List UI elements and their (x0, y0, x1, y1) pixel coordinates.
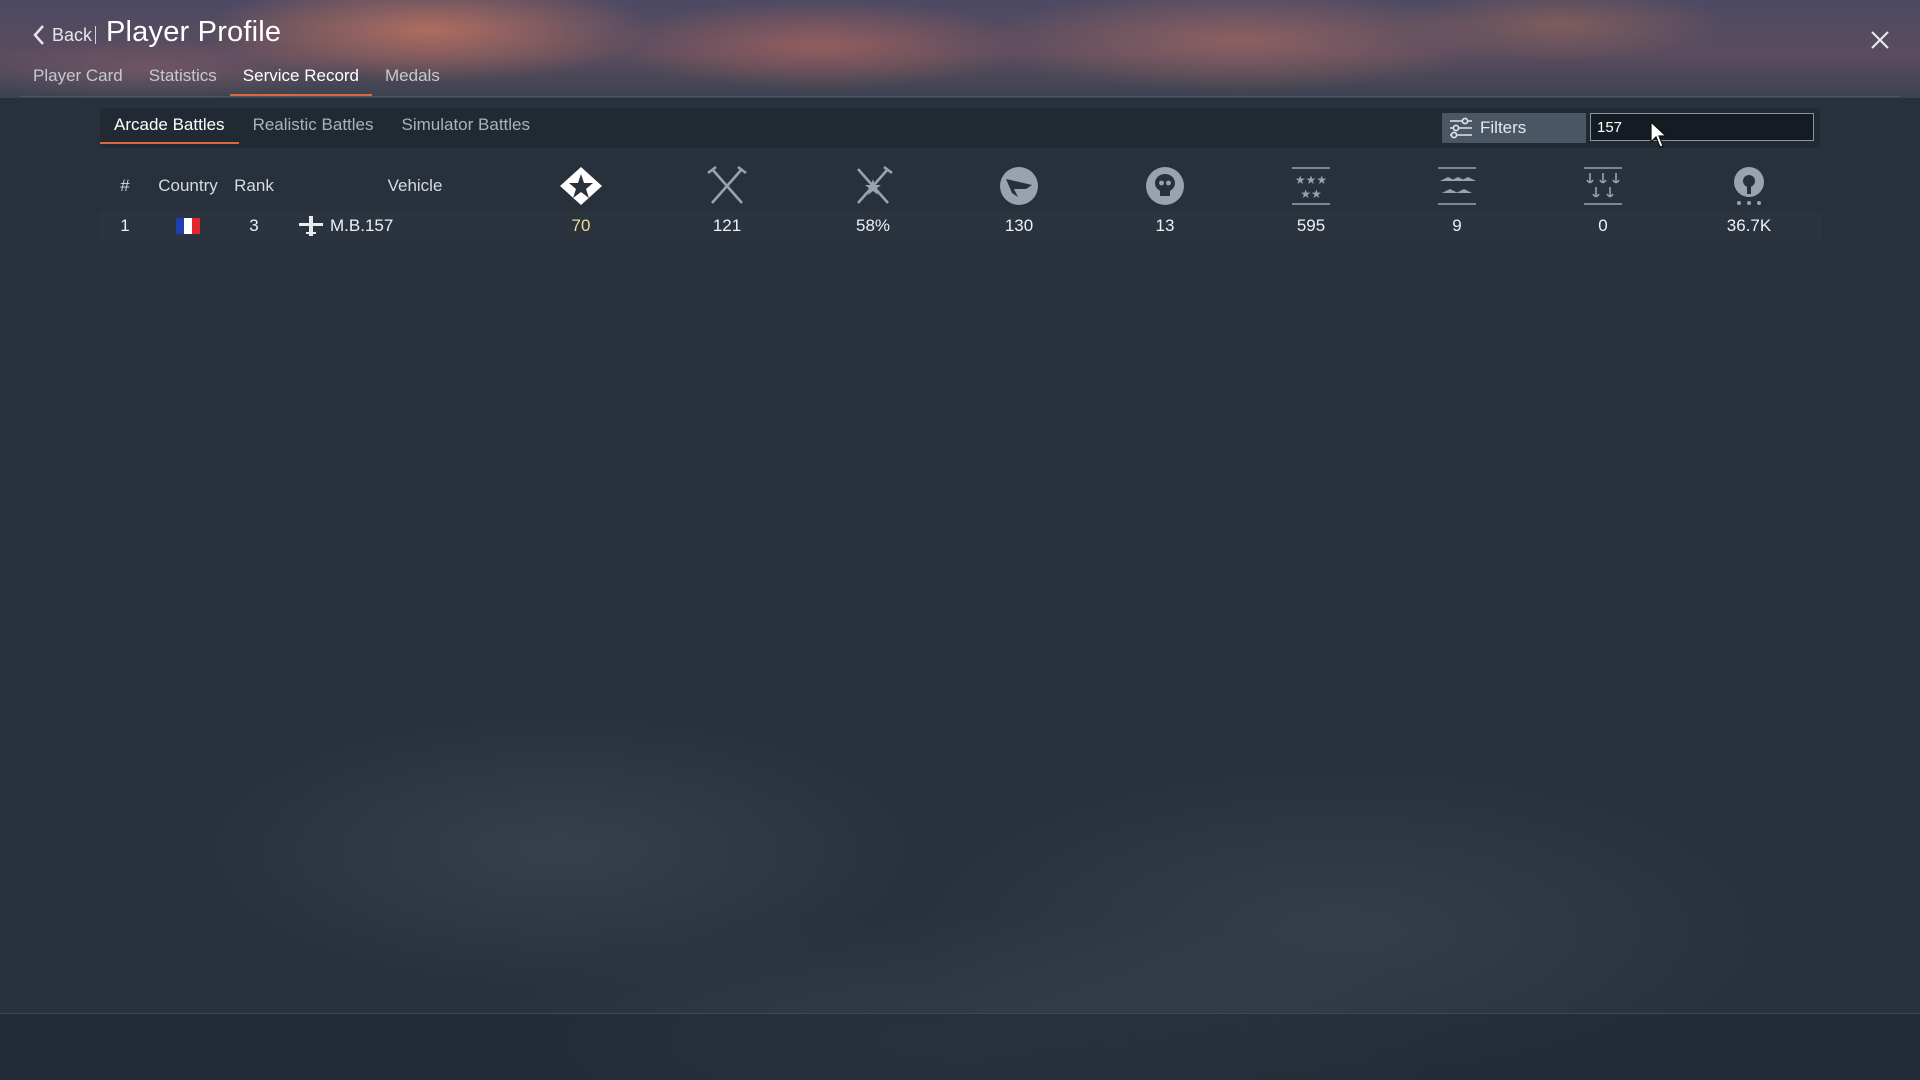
col-header-naval-kills[interactable] (1434, 160, 1480, 212)
tab-simulator-battles[interactable]: Simulator Battles (388, 108, 545, 142)
deaths-skull-icon (1146, 167, 1184, 205)
ship-kills-anchors-icon (1584, 167, 1622, 205)
chevron-left-icon (33, 25, 44, 45)
row-battles: 121 (712, 216, 742, 235)
col-header-number[interactable]: # (120, 160, 129, 212)
row-research-points: 36.7K (1726, 216, 1772, 235)
win-rate-swords-icon (857, 165, 893, 204)
filter-sliders-icon (1450, 117, 1472, 139)
svg-text:★★: ★★ (1300, 187, 1322, 201)
row-ground-kills: 595 (1296, 216, 1326, 235)
filters-button[interactable]: Filters (1442, 113, 1586, 143)
col-header-vehicle[interactable]: Vehicle (388, 160, 443, 212)
filters-label: Filters (1480, 118, 1527, 137)
row-rank: 3 (249, 216, 259, 235)
ground-kills-stars-icon: ★★★ ★★ (1292, 167, 1330, 205)
title-separator (95, 26, 96, 44)
footer-bar (0, 1014, 1920, 1080)
victories-star-icon (560, 167, 602, 205)
tab-arcade-battles[interactable]: Arcade Battles (100, 108, 239, 144)
tab-service-record[interactable]: Service Record (229, 62, 373, 96)
col-header-ship-kills[interactable] (1580, 160, 1626, 212)
vehicle-name: M.B.157 (330, 216, 394, 235)
aircraft-icon (299, 216, 323, 236)
back-label: Back (52, 24, 93, 45)
research-points-icon (1734, 167, 1764, 205)
header-divider (20, 96, 1900, 97)
page-title: Player Profile (106, 16, 282, 48)
col-header-deaths[interactable] (1142, 160, 1188, 212)
vehicle-search-input[interactable] (1590, 113, 1814, 141)
row-deaths: 13 (1155, 216, 1175, 235)
row-air-kills: 130 (1004, 216, 1034, 235)
col-header-victories[interactable] (558, 160, 604, 212)
col-header-ground-kills[interactable]: ★★★ ★★ (1288, 160, 1334, 212)
battles-crossed-swords-icon (707, 165, 747, 204)
player-profile-screen: Back Player Profile Player Card Statisti… (0, 0, 1920, 1080)
battle-mode-tabs: Arcade Battles Realistic Battles Simulat… (100, 108, 545, 144)
back-button[interactable]: Back (32, 22, 92, 48)
col-header-rank[interactable]: Rank (234, 160, 274, 212)
col-header-battles[interactable] (704, 160, 750, 212)
table-row[interactable]: 1 3 M.B.157 70 121 58% 130 13 595 9 0 36… (100, 212, 1822, 240)
row-ship-kills: 0 (1598, 216, 1608, 235)
country-flag (176, 212, 200, 240)
tab-statistics[interactable]: Statistics (136, 62, 230, 96)
svg-text:★★★: ★★★ (1295, 173, 1327, 187)
table-header: # Country Rank Vehicle ★★★ ★★ (100, 160, 1822, 212)
col-header-air-kills[interactable] (996, 160, 1042, 212)
battle-mode-bar: Arcade Battles Realistic Battles Simulat… (100, 108, 1820, 148)
tab-player-card[interactable]: Player Card (20, 62, 136, 96)
col-header-research-points[interactable] (1726, 160, 1772, 212)
row-win-rate: 58% (855, 216, 891, 235)
naval-kills-icon (1438, 167, 1476, 205)
air-kills-icon (1000, 167, 1038, 205)
close-button[interactable] (1866, 26, 1894, 54)
tab-realistic-battles[interactable]: Realistic Battles (239, 108, 388, 142)
col-header-win-rate[interactable] (850, 160, 896, 212)
service-record-table: # Country Rank Vehicle ★★★ ★★ 1 3 M.B.15… (100, 160, 1822, 240)
france-flag-icon (176, 218, 200, 234)
col-header-country[interactable]: Country (158, 160, 218, 212)
close-icon (1871, 31, 1889, 49)
main-tabs: Player Card Statistics Service Record Me… (20, 62, 453, 96)
row-number: 1 (120, 216, 130, 235)
row-victories: 70 (571, 216, 591, 235)
row-naval-kills: 9 (1452, 216, 1462, 235)
tab-medals[interactable]: Medals (372, 62, 453, 96)
row-vehicle: M.B.157 (297, 212, 393, 240)
